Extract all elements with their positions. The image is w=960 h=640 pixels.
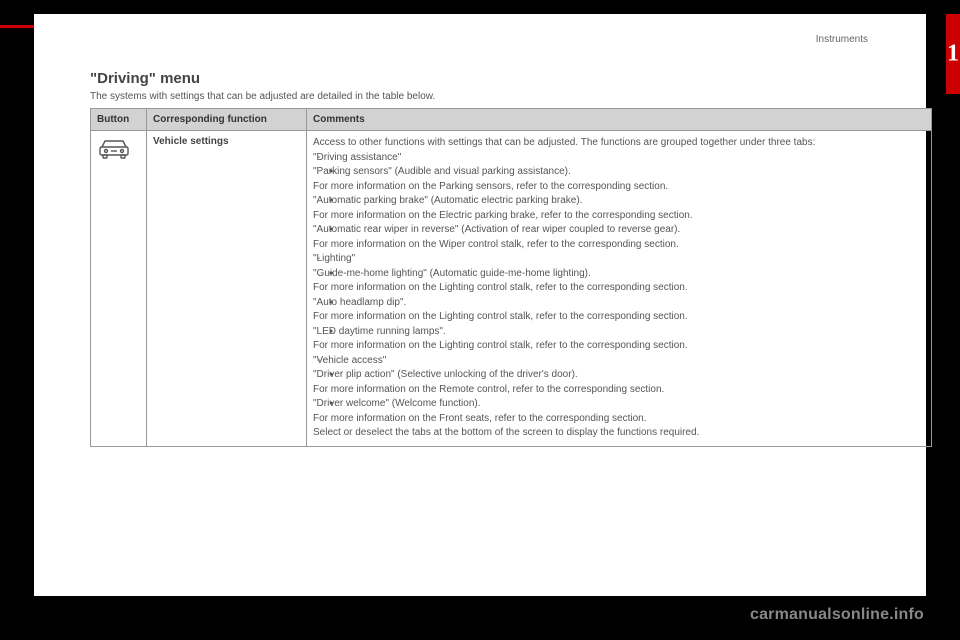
item-auto-parking-brake-note: For more information on the Electric par… — [313, 209, 925, 224]
chapter-tab: 1 — [946, 14, 960, 94]
section-label: Instruments — [816, 34, 868, 45]
item-driver-welcome-note: For more information on the Front seats,… — [313, 412, 925, 427]
item-led-drl: "LED daytime running lamps". — [313, 325, 925, 340]
watermark: carmanualsonline.info — [750, 606, 924, 624]
item-guide-me-home: "Guide-me-home lighting" (Automatic guid… — [313, 267, 925, 282]
item-auto-parking-brake: "Automatic parking brake" (Automatic ele… — [313, 194, 925, 209]
col-header-button: Button — [91, 109, 147, 131]
item-led-drl-note: For more information on the Lighting con… — [313, 339, 925, 354]
item-parking-sensors: "Parking sensors" (Audible and visual pa… — [313, 165, 925, 180]
tab-vehicle-access: "Vehicle access" — [313, 354, 925, 369]
manual-page: Instruments "Driving" menu The systems w… — [34, 14, 926, 596]
item-driver-plip: "Driver plip action" (Selective unlockin… — [313, 368, 925, 383]
page-content: "Driving" menu The systems with settings… — [90, 70, 932, 447]
item-auto-headlamp-dip: "Auto headlamp dip". — [313, 296, 925, 311]
item-rear-wiper-reverse-note: For more information on the Wiper contro… — [313, 238, 925, 253]
page-intro: The systems with settings that can be ad… — [90, 91, 932, 102]
item-guide-me-home-note: For more information on the Lighting con… — [313, 281, 925, 296]
col-header-function: Corresponding function — [147, 109, 307, 131]
vehicle-settings-icon — [97, 138, 131, 160]
item-rear-wiper-reverse: "Automatic rear wiper in reverse" (Activ… — [313, 223, 925, 238]
comments-lead: Access to other functions with settings … — [313, 136, 925, 151]
tab-driving-assistance: "Driving assistance" — [313, 151, 925, 166]
settings-table: Button Corresponding function Comments — [90, 108, 932, 447]
item-driver-welcome: "Driver welcome" (Welcome function). — [313, 397, 925, 412]
item-parking-sensors-note: For more information on the Parking sens… — [313, 180, 925, 195]
table-row: Vehicle settings Access to other functio… — [91, 131, 932, 447]
item-driver-plip-note: For more information on the Remote contr… — [313, 383, 925, 398]
page-title: "Driving" menu — [90, 70, 932, 87]
tab-lighting: "Lighting" — [313, 252, 925, 267]
item-auto-headlamp-dip-note: For more information on the Lighting con… — [313, 310, 925, 325]
chapter-number: 1 — [946, 41, 960, 68]
comments-cell: Access to other functions with settings … — [307, 131, 932, 447]
col-header-comments: Comments — [307, 109, 932, 131]
table-header-row: Button Corresponding function Comments — [91, 109, 932, 131]
button-cell — [91, 131, 147, 447]
function-cell: Vehicle settings — [147, 131, 307, 447]
comments-trail: Select or deselect the tabs at the botto… — [313, 426, 925, 441]
